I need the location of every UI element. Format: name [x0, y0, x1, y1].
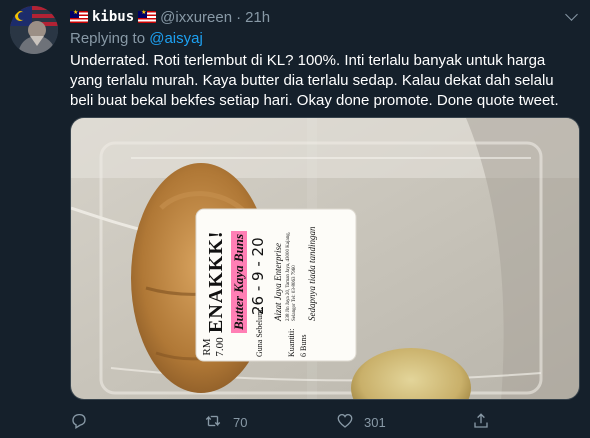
best-before-label: Guna Sebelum: — [255, 307, 264, 357]
retweet-count: 70 — [233, 414, 248, 430]
retweet-icon — [203, 412, 223, 433]
company-name: Aizat Jaya Enterprise — [273, 243, 283, 321]
display-name[interactable]: kibus — [92, 9, 134, 25]
avatar[interactable] — [10, 6, 58, 54]
quantity-value: 6 Buns — [299, 334, 308, 357]
quantity-label: Kuantiti: — [287, 328, 296, 357]
product-label-content: RM 7.00 ENAKKK! Butter Kaya Buns 26 - 9 … — [195, 211, 353, 367]
share-button[interactable] — [472, 410, 490, 434]
share-icon — [472, 412, 490, 433]
tagline: Sedapnya tiada tandingan — [307, 226, 317, 322]
date-value: 26 - 9 - 20 — [249, 237, 267, 315]
tweet-text: Underrated. Roti terlembut di KL? 100%. … — [70, 52, 559, 109]
tweet-header: kibus @ixxureen · 21h — [70, 6, 270, 28]
tweet[interactable]: kibus @ixxureen · 21h Replying to @aisya… — [0, 0, 590, 438]
replying-to: Replying to @aisyaj — [70, 30, 203, 47]
retweet-button[interactable]: 70 — [203, 410, 247, 434]
malaysia-flag-icon — [138, 9, 157, 23]
like-button[interactable]: 301 — [336, 410, 386, 434]
malaysia-flag-icon — [70, 9, 88, 23]
product-name: Butter Kaya Buns — [231, 230, 247, 333]
separator-dot: · — [236, 8, 242, 26]
price-label: RM — [201, 338, 213, 356]
chevron-down-icon[interactable] — [565, 8, 578, 21]
reply-mention-link[interactable]: @aisyaj — [149, 30, 203, 47]
reply-button[interactable] — [70, 410, 98, 434]
like-count: 301 — [364, 414, 386, 430]
timestamp[interactable]: 21h — [245, 9, 270, 26]
brand-name: ENAKKK! — [205, 230, 227, 333]
price-value: 7.00 — [214, 337, 226, 357]
tweet-photo[interactable]: RM 7.00 ENAKKK! Butter Kaya Buns 26 - 9 … — [70, 117, 580, 400]
company-address: 238 Jln Jaya 20, Taman Jaya, 43000 Kajan… — [286, 232, 297, 321]
user-handle[interactable]: @ixxureen — [160, 9, 232, 26]
reply-icon — [70, 412, 88, 433]
tweet-actions: 70 301 — [70, 410, 580, 434]
replying-prefix: Replying to — [70, 30, 146, 47]
heart-icon — [336, 412, 354, 433]
